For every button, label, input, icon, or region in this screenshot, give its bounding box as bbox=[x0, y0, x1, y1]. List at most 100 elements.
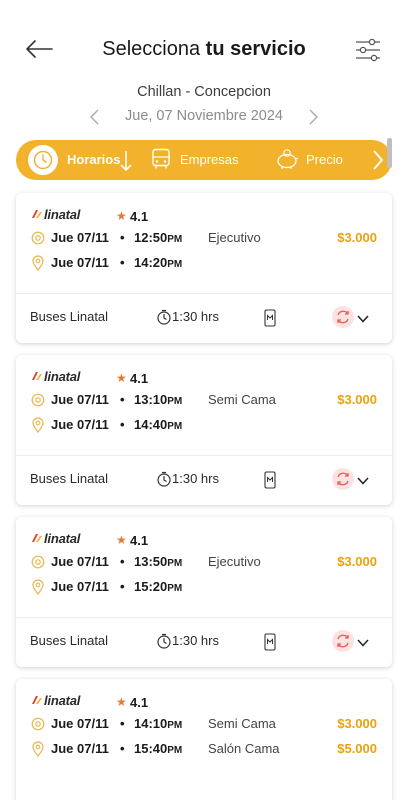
ampm: PM bbox=[167, 396, 183, 407]
seat-class: Semi Cama bbox=[208, 716, 276, 731]
trip-row: Jue 07/11 • 14:20PM bbox=[16, 253, 392, 273]
origin-target-icon bbox=[31, 393, 45, 407]
trip-time: 13:10PM bbox=[134, 392, 183, 407]
bullet: • bbox=[120, 392, 125, 407]
trip-row: Jue 07/11 • 15:40PM Salón Cama $5.000 bbox=[16, 739, 392, 759]
ampm: PM bbox=[167, 583, 183, 594]
ampm: PM bbox=[167, 259, 183, 270]
trip-date: Jue 07/11 bbox=[51, 392, 109, 407]
refresh-icon bbox=[337, 472, 349, 486]
ampm: PM bbox=[167, 720, 183, 731]
sliders-icon[interactable] bbox=[354, 37, 382, 63]
rating-value: 4.1 bbox=[130, 695, 149, 710]
chevron-down-icon[interactable] bbox=[356, 314, 370, 324]
date-selector: Jue, 07 Noviembre 2024 bbox=[0, 106, 408, 128]
trip-time: 14:20PM bbox=[134, 255, 183, 270]
bullet: • bbox=[120, 579, 125, 594]
bullet: • bbox=[120, 741, 125, 756]
chevron-down-icon[interactable] bbox=[356, 476, 370, 486]
stopwatch-icon bbox=[157, 309, 171, 325]
refresh-icon bbox=[337, 310, 349, 324]
refresh-button[interactable] bbox=[332, 468, 354, 490]
bullet: • bbox=[120, 230, 125, 245]
piggy-bank-icon[interactable] bbox=[275, 148, 299, 170]
trip-card[interactable]: linatal ★ 4.1 Jue 07/11 • 14:10PM Semi Cama… bbox=[16, 679, 392, 800]
star-icon: ★ bbox=[116, 371, 127, 385]
trip-price[interactable]: $5.000 bbox=[337, 741, 377, 756]
brand-logo: linatal bbox=[44, 207, 81, 222]
star-icon: ★ bbox=[116, 209, 127, 223]
ampm: PM bbox=[167, 745, 183, 756]
company-name: Buses Linatal bbox=[30, 471, 109, 486]
trip-date: Jue 07/11 bbox=[51, 255, 109, 270]
tab-precio[interactable]: Precio bbox=[306, 152, 343, 167]
trip-date: Jue 07/11 bbox=[51, 741, 109, 756]
star-icon: ★ bbox=[116, 695, 127, 709]
trip-price[interactable]: $3.000 bbox=[337, 392, 377, 407]
trip-duration: 1:30 hrs bbox=[172, 471, 219, 486]
clock-icon bbox=[33, 150, 53, 170]
divider bbox=[16, 617, 392, 618]
company-name: Buses Linatal bbox=[30, 633, 109, 648]
trip-row: Jue 07/11 • 14:40PM bbox=[16, 415, 392, 435]
bus-icon[interactable] bbox=[151, 148, 171, 170]
trip-card[interactable]: linatal ★ 4.1 Jue 07/11 • 12:50PM Ejecutivo… bbox=[16, 193, 392, 343]
brand-logo: linatal bbox=[44, 693, 81, 708]
tab-horarios[interactable]: Horarios bbox=[67, 152, 120, 167]
map-pin-icon bbox=[32, 255, 44, 271]
date-label: Jue, 07 Noviembre 2024 bbox=[125, 108, 283, 124]
trip-card[interactable]: linatal ★ 4.1 Jue 07/11 • 13:10PM Semi Cama… bbox=[16, 355, 392, 505]
company-name: Buses Linatal bbox=[30, 309, 109, 324]
trip-date: Jue 07/11 bbox=[51, 579, 109, 594]
ampm: PM bbox=[167, 421, 183, 432]
trip-date: Jue 07/11 bbox=[51, 554, 109, 569]
trip-price[interactable]: $3.000 bbox=[337, 230, 377, 245]
trip-duration: 1:30 hrs bbox=[172, 309, 219, 324]
trip-time: 14:40PM bbox=[134, 417, 183, 432]
chevron-down-icon[interactable] bbox=[356, 638, 370, 648]
trip-price[interactable]: $3.000 bbox=[337, 716, 377, 731]
seat-class: Salón Cama bbox=[208, 741, 280, 756]
divider bbox=[16, 293, 392, 294]
chevron-right-icon[interactable] bbox=[372, 149, 384, 171]
trip-time: 15:40PM bbox=[134, 741, 183, 756]
rating-value: 4.1 bbox=[130, 533, 149, 548]
tab-empresas[interactable]: Empresas bbox=[180, 152, 239, 167]
trip-row: Jue 07/11 • 13:50PM Ejecutivo $3.000 bbox=[16, 552, 392, 572]
map-pin-icon bbox=[32, 579, 44, 595]
sort-bar: Horarios Empresas Precio bbox=[16, 138, 392, 180]
brand-logo: linatal bbox=[44, 369, 81, 384]
trip-price[interactable]: $3.000 bbox=[337, 554, 377, 569]
trip-row: Jue 07/11 • 14:10PM Semi Cama $3.000 bbox=[16, 714, 392, 734]
trip-date: Jue 07/11 bbox=[51, 230, 109, 245]
arrow-down-icon[interactable] bbox=[120, 150, 132, 172]
refresh-button[interactable] bbox=[332, 306, 354, 328]
trip-time: 13:50PM bbox=[134, 554, 183, 569]
origin-target-icon bbox=[31, 717, 45, 731]
page-title: Selecciona tu servicio bbox=[0, 38, 408, 61]
map-pin-icon bbox=[32, 417, 44, 433]
stopwatch-icon bbox=[157, 471, 171, 487]
sort-horarios-icon-bg[interactable] bbox=[28, 145, 58, 175]
chevron-right-icon[interactable] bbox=[306, 108, 320, 126]
route-label: Chillan - Concepcion bbox=[137, 84, 271, 100]
trip-row: Jue 07/11 • 13:10PM Semi Cama $3.000 bbox=[16, 390, 392, 410]
scrollbar[interactable] bbox=[387, 138, 392, 168]
trip-row: Jue 07/11 • 12:50PM Ejecutivo $3.000 bbox=[16, 228, 392, 248]
ampm: PM bbox=[167, 234, 183, 245]
trip-time: 12:50PM bbox=[134, 230, 183, 245]
refresh-icon bbox=[337, 634, 349, 648]
ampm: PM bbox=[167, 558, 183, 569]
map-pin-icon bbox=[32, 741, 44, 757]
seat-class: Ejecutivo bbox=[208, 554, 261, 569]
refresh-button[interactable] bbox=[332, 630, 354, 652]
star-icon: ★ bbox=[116, 533, 127, 547]
trip-date: Jue 07/11 bbox=[51, 417, 109, 432]
stopwatch-icon bbox=[157, 633, 171, 649]
mobile-ticket-icon bbox=[264, 633, 276, 651]
origin-target-icon bbox=[31, 231, 45, 245]
trip-date: Jue 07/11 bbox=[51, 716, 109, 731]
divider bbox=[16, 455, 392, 456]
trip-time: 14:10PM bbox=[134, 716, 183, 731]
trip-card[interactable]: linatal ★ 4.1 Jue 07/11 • 13:50PM Ejecutivo… bbox=[16, 517, 392, 667]
